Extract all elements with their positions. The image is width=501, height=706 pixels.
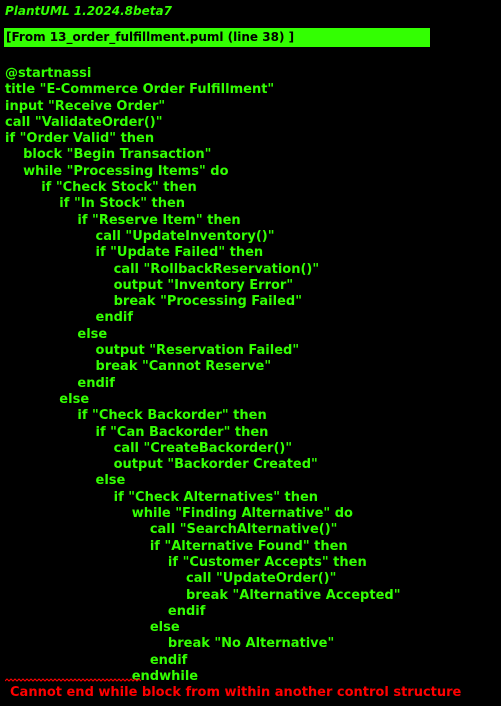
code-line: if "In Stock" then <box>5 196 186 212</box>
code-line: else <box>5 391 90 407</box>
code-line: block "Begin Transaction" <box>5 147 212 163</box>
error-message: Cannot end while block from within anoth… <box>10 685 462 700</box>
code-line: call "UpdateInventory()" <box>5 228 275 244</box>
code-line: if "Customer Accepts" then <box>5 554 367 570</box>
code-line: if "Order Valid" then <box>5 131 155 147</box>
code-line: while "Finding Alternative" do <box>5 506 353 522</box>
code-line: endif <box>5 375 115 391</box>
code-line: if "Alternative Found" then <box>5 538 348 554</box>
code-line: output "Reservation Failed" <box>5 343 300 359</box>
code-line: if "Check Backorder" then <box>5 408 267 424</box>
code-line: call "UpdateOrder()" <box>5 571 337 587</box>
code-line: if "Check Alternatives" then <box>5 489 319 505</box>
code-line: call "ValidateOrder()" <box>5 114 163 130</box>
code-line: break "Cannot Reserve" <box>5 359 272 375</box>
code-line: output "Inventory Error" <box>5 277 294 293</box>
code-line: else <box>5 473 126 489</box>
code-line: endif <box>5 310 134 326</box>
code-listing: @startnassi title "E-Commerce Order Fulf… <box>5 66 400 685</box>
code-line: output "Backorder Created" <box>5 457 318 473</box>
code-line: if "Check Stock" then <box>5 180 197 196</box>
code-line: break "No Alternative" <box>5 636 335 652</box>
source-banner: [From 13_order_fulfillment.puml (line 38… <box>4 28 430 47</box>
code-line: else <box>5 326 108 342</box>
code-line: @startnassi <box>5 66 92 81</box>
version-label: PlantUML 1.2024.8beta7 <box>5 4 172 18</box>
error-squiggle <box>5 678 141 682</box>
code-line: title "E-Commerce Order Fulfillment" <box>5 82 275 98</box>
code-line: if "Can Backorder" then <box>5 424 269 440</box>
code-line: call "CreateBackorder()" <box>5 440 293 456</box>
code-line: endif <box>5 652 188 668</box>
code-line: break "Processing Failed" <box>5 294 302 310</box>
code-line: call "RollbackReservation()" <box>5 261 320 277</box>
code-line: if "Reserve Item" then <box>5 212 241 228</box>
code-line: else <box>5 620 180 636</box>
code-line: call "SearchAlternative()" <box>5 522 338 538</box>
code-line: while "Processing Items" do <box>5 163 229 179</box>
code-line: break "Alternative Accepted" <box>5 587 401 603</box>
code-line: if "Update Failed" then <box>5 245 264 261</box>
code-line: input "Receive Order" <box>5 98 166 114</box>
code-line: endif <box>5 603 206 619</box>
